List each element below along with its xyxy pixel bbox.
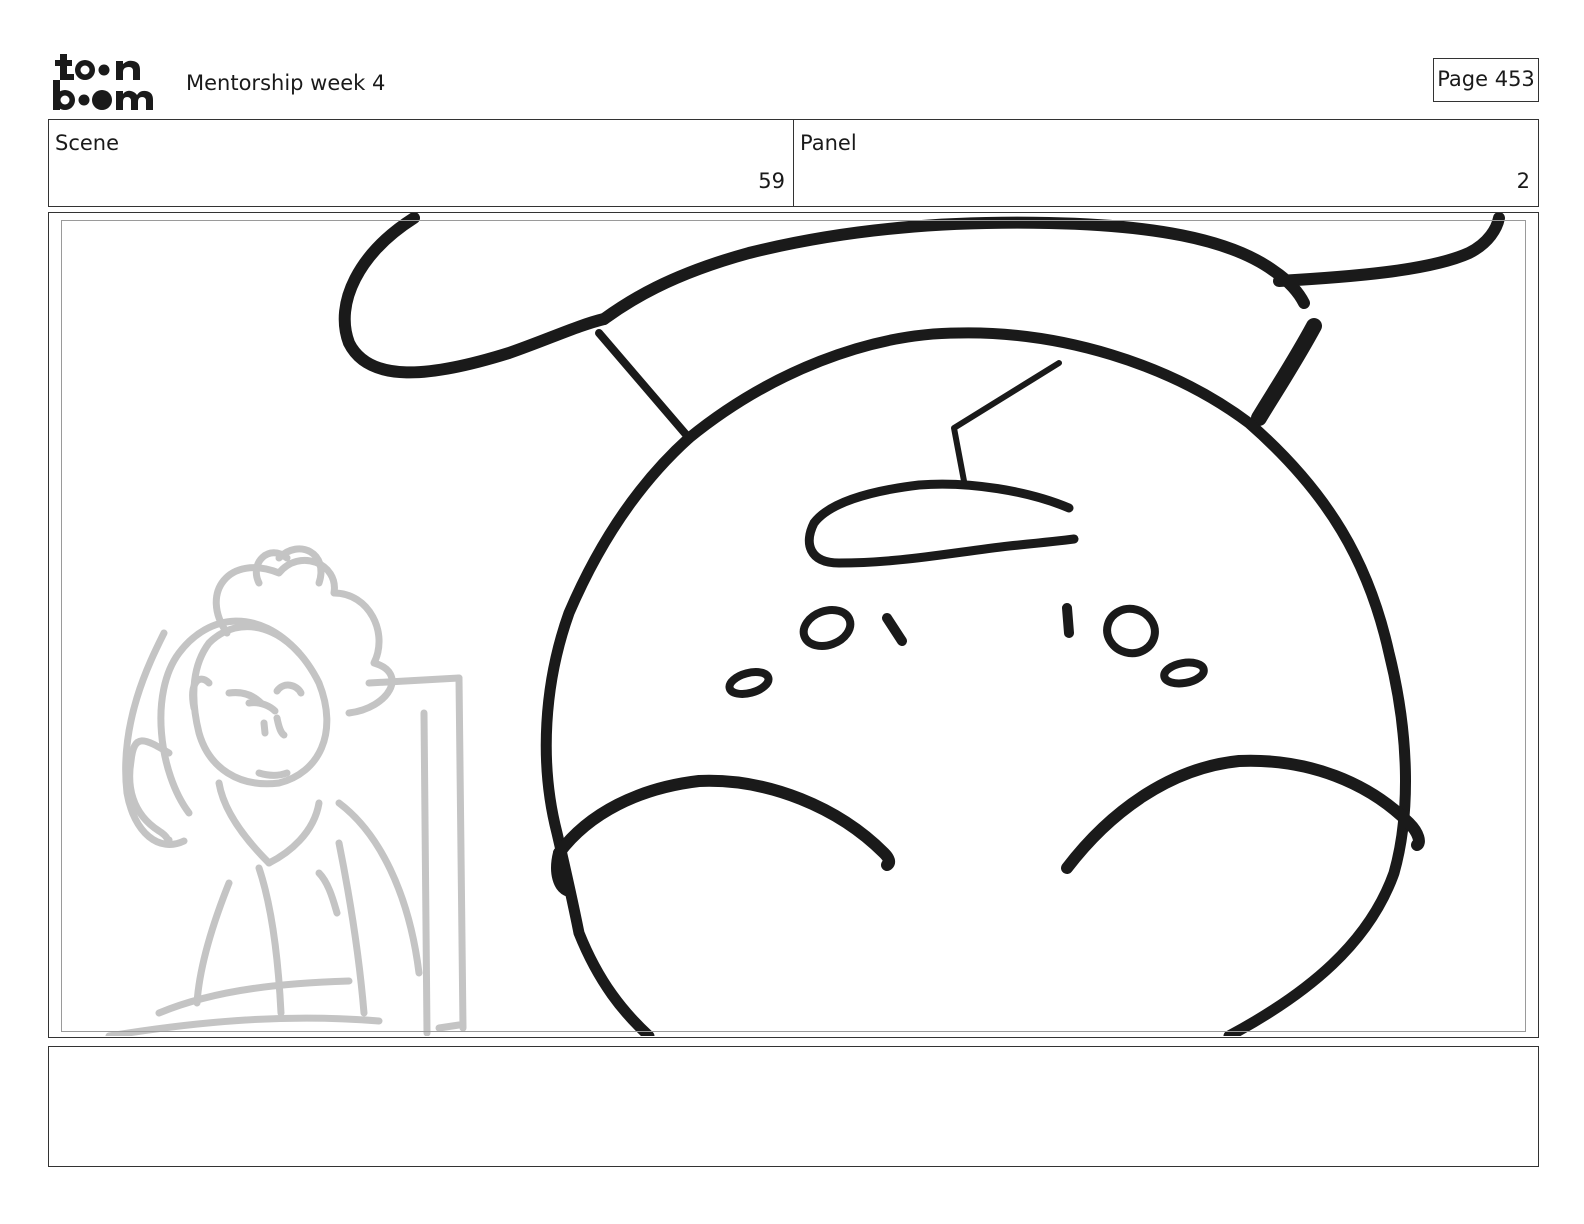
background-sketch	[105, 545, 467, 1036]
toon-boom-logo	[53, 54, 153, 110]
panel-cell: Panel 2	[793, 120, 1538, 206]
document-title: Mentorship week 4	[186, 71, 386, 95]
foreground-character	[338, 213, 1505, 1036]
panel-notes-area	[48, 1046, 1539, 1167]
page-number: Page 453	[1433, 58, 1539, 102]
scene-cell: Scene 59	[49, 120, 793, 206]
storyboard-panel	[48, 212, 1539, 1038]
panel-label: Panel	[800, 131, 857, 155]
scene-label: Scene	[55, 131, 120, 155]
scene-number: 59	[758, 169, 785, 193]
panel-number: 2	[1516, 169, 1530, 193]
panel-drawing	[105, 213, 1505, 1036]
scene-panel-info: Scene 59 Panel 2	[48, 119, 1539, 207]
